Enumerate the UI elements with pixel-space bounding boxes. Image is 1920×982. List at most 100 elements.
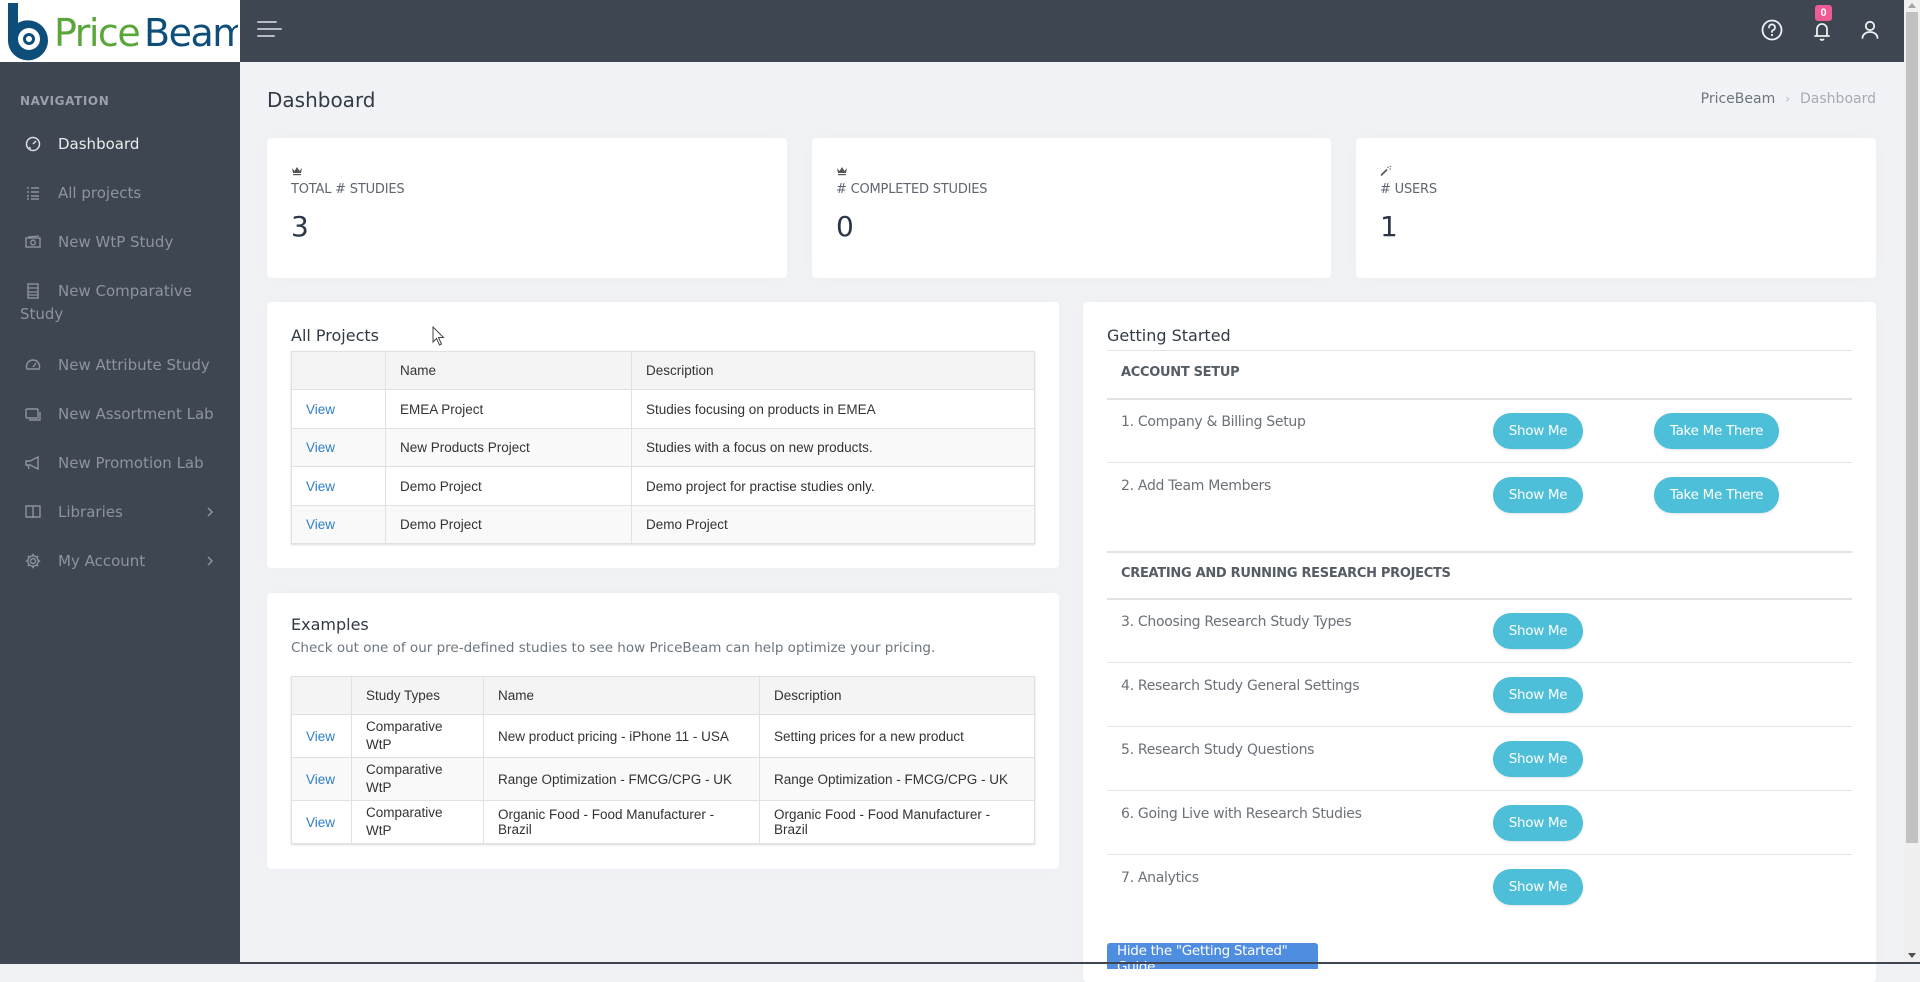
breadcrumb-home-link[interactable]: PriceBeam: [1701, 91, 1776, 107]
table-header-row: Study Types Name Description: [291, 676, 1035, 715]
divider: [1107, 398, 1852, 400]
view-link[interactable]: View: [306, 772, 335, 787]
take-me-there-button[interactable]: Take Me There: [1654, 413, 1779, 449]
sidebar-item-new-assortment-lab[interactable]: New Assortment Lab: [0, 394, 240, 434]
project-description: Demo project for practise studies only.: [631, 466, 1035, 506]
show-me-button[interactable]: Show Me: [1493, 677, 1583, 713]
sidebar-item-my-account[interactable]: My Account: [0, 541, 240, 581]
chevron-right-icon: [207, 556, 214, 566]
getting-started-card: Getting Started ACCOUNT SETUP 1. Company…: [1083, 302, 1876, 982]
logo-text-price: Price: [54, 11, 139, 55]
view-link[interactable]: View: [306, 729, 335, 744]
stat-label: TOTAL # STUDIES: [291, 182, 405, 197]
logo-text-beam: Beam: [144, 11, 238, 55]
example-name: Range Optimization - FMCG/CPG - UK: [483, 757, 760, 801]
sidebar-item-label: My Account: [58, 552, 146, 570]
show-me-button[interactable]: Show Me: [1493, 613, 1583, 649]
chevron-right-icon: [207, 507, 214, 517]
mouse-cursor-icon: [432, 326, 445, 346]
sidebar-item-new-wtp-study[interactable]: New WtP Study: [0, 222, 240, 262]
sidebar-item-label: New WtP Study: [58, 233, 174, 251]
show-me-button[interactable]: Show Me: [1493, 741, 1583, 777]
project-name: Demo Project: [385, 466, 632, 506]
sidebar-item-label: All projects: [58, 184, 142, 202]
nav-section-title: NAVIGATION: [20, 94, 110, 108]
stat-card-completed-studies: # COMPLETED STUDIES 0: [812, 138, 1331, 278]
project-description: Studies focusing on products in EMEA: [631, 389, 1035, 429]
guide-item-label: 4. Research Study General Settings: [1121, 678, 1360, 694]
examples-table: Study Types Name Description View Compar…: [291, 676, 1035, 844]
column-header-name: Name: [385, 351, 632, 390]
study-type: Comparative WtP: [351, 800, 484, 844]
view-link[interactable]: View: [306, 479, 335, 494]
sidebar-item-new-comparative-study[interactable]: New Comparative Study: [0, 271, 240, 333]
scrollbar-thumb[interactable]: [1906, 12, 1918, 843]
example-name: Organic Food - Food Manufacturer - Brazi…: [483, 800, 760, 844]
sidebar-item-label: Libraries: [58, 503, 123, 521]
hamburger-menu-button[interactable]: [257, 18, 285, 40]
dashboard-gauge-icon: [25, 136, 41, 152]
table-row: View New Products Project Studies with a…: [291, 428, 1035, 467]
sidebar-item-new-promotion-lab[interactable]: New Promotion Lab: [0, 443, 240, 483]
study-type: Comparative WtP: [351, 714, 484, 758]
column-header-name: Name: [483, 676, 760, 715]
show-me-button[interactable]: Show Me: [1493, 413, 1583, 449]
all-projects-title: All Projects: [291, 326, 379, 345]
sidebar-item-label: New Assortment Lab: [58, 405, 214, 423]
hide-getting-started-button[interactable]: Hide the "Getting Started" Guide: [1107, 943, 1318, 975]
gear-icon: [25, 553, 41, 569]
scroll-up-arrow-icon[interactable]: [1908, 3, 1916, 8]
divider: [1107, 854, 1852, 855]
guide-item-label: 5. Research Study Questions: [1121, 742, 1315, 758]
example-description: Organic Food - Food Manufacturer - Brazi…: [759, 800, 1035, 844]
view-link[interactable]: View: [306, 517, 335, 532]
all-projects-table: Name Description View EMEA Project Studi…: [291, 351, 1035, 544]
sidebar-item-new-attribute-study[interactable]: New Attribute Study: [0, 345, 240, 385]
megaphone-icon: [25, 455, 39, 471]
show-me-button[interactable]: Show Me: [1493, 477, 1583, 513]
magic-wand-icon: [1380, 166, 1392, 176]
stat-label: # COMPLETED STUDIES: [836, 182, 988, 197]
sidebar-item-all-projects[interactable]: All projects: [0, 173, 240, 213]
column-header-description: Description: [631, 351, 1035, 390]
view-link[interactable]: View: [306, 815, 335, 830]
examples-subtitle: Check out one of our pre-defined studies…: [291, 640, 936, 656]
project-description: Studies with a focus on new products.: [631, 428, 1035, 467]
table-row: View EMEA Project Studies focusing on pr…: [291, 389, 1035, 429]
scroll-down-arrow-icon[interactable]: [1908, 953, 1916, 958]
sidebar-item-dashboard[interactable]: Dashboard: [0, 124, 240, 164]
stat-card-users: # USERS 1: [1356, 138, 1876, 278]
project-name: Demo Project: [385, 505, 632, 544]
divider: [1107, 350, 1852, 351]
sidebar-item-label: Dashboard: [58, 135, 140, 153]
money-icon: [25, 235, 41, 248]
logo[interactable]: Price Beam: [0, 0, 240, 62]
take-me-there-button[interactable]: Take Me There: [1654, 477, 1779, 513]
table-row: View Demo Project Demo Project: [291, 505, 1035, 544]
sidebar-item-libraries[interactable]: Libraries: [0, 492, 240, 532]
show-me-button[interactable]: Show Me: [1493, 869, 1583, 905]
divider: [1107, 726, 1852, 727]
table-row: View Demo Project Demo project for pract…: [291, 466, 1035, 506]
view-link[interactable]: View: [306, 402, 335, 417]
sidebar-item-label: New Comparative Study: [20, 282, 192, 323]
stat-card-total-studies: TOTAL # STUDIES 3: [267, 138, 787, 278]
table-row: View Comparative WtP Organic Food - Food…: [291, 800, 1035, 844]
page-scrollbar[interactable]: [1904, 0, 1920, 962]
book-icon: [25, 505, 41, 519]
guide-item-label: 1. Company & Billing Setup: [1121, 414, 1306, 430]
show-me-button[interactable]: Show Me: [1493, 805, 1583, 841]
sidebar-item-label: New Attribute Study: [58, 356, 210, 374]
getting-started-title: Getting Started: [1107, 326, 1231, 345]
user-menu-button[interactable]: [1857, 17, 1883, 43]
layers-icon: [25, 408, 41, 421]
table-row: View Comparative WtP New product pricing…: [291, 714, 1035, 758]
help-button[interactable]: [1759, 17, 1785, 43]
sidebar: NAVIGATION Dashboard All projects New Wt…: [0, 62, 240, 964]
column-header-action: [291, 351, 386, 390]
table-row: View Comparative WtP Range Optimization …: [291, 757, 1035, 801]
section-heading-account-setup: ACCOUNT SETUP: [1121, 365, 1240, 380]
view-link[interactable]: View: [306, 440, 335, 455]
guide-item-label: 2. Add Team Members: [1121, 478, 1271, 494]
divider: [1107, 551, 1852, 553]
